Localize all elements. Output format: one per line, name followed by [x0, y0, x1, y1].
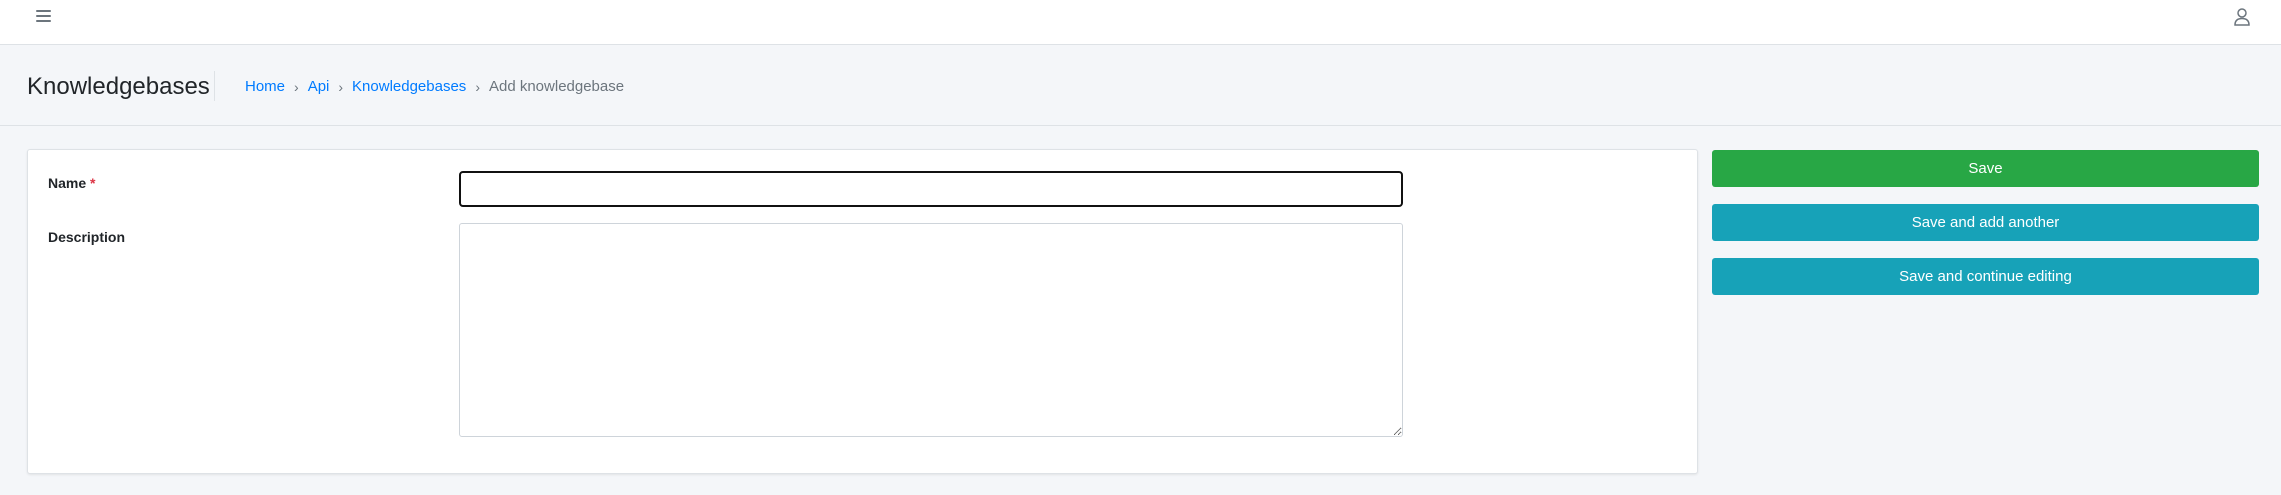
save-and-add-another-button[interactable]: Save and add another [1712, 204, 2259, 241]
breadcrumb-api[interactable]: Api [308, 77, 330, 97]
form-card: Name * Description [27, 149, 1698, 474]
title-divider [214, 71, 215, 101]
save-and-continue-editing-button[interactable]: Save and continue editing [1712, 258, 2259, 295]
save-button[interactable]: Save [1712, 150, 2259, 187]
breadcrumb: Home › Api › Knowledgebases › Add knowle… [245, 77, 624, 97]
breadcrumb-knowledgebases[interactable]: Knowledgebases [352, 77, 466, 97]
name-input[interactable] [459, 171, 1403, 207]
hamburger-menu-icon[interactable] [36, 9, 52, 23]
breadcrumb-separator: › [338, 79, 344, 95]
description-label: Description [48, 229, 126, 245]
breadcrumb-separator: › [475, 79, 480, 95]
user-icon[interactable] [2233, 7, 2251, 27]
breadcrumb-current: Add knowledgebase [488, 78, 625, 95]
breadcrumb-home[interactable]: Home [245, 77, 285, 97]
content-header: Knowledgebases Home › Api › Knowledgebas… [0, 45, 2281, 126]
name-label: Name * [48, 174, 95, 192]
name-label-text: Name [48, 175, 87, 191]
top-navbar [0, 0, 2281, 45]
description-textarea[interactable] [459, 223, 1403, 437]
page-title: Knowledgebases [27, 73, 210, 100]
breadcrumb-separator: › [294, 79, 299, 95]
required-marker: * [90, 175, 96, 191]
